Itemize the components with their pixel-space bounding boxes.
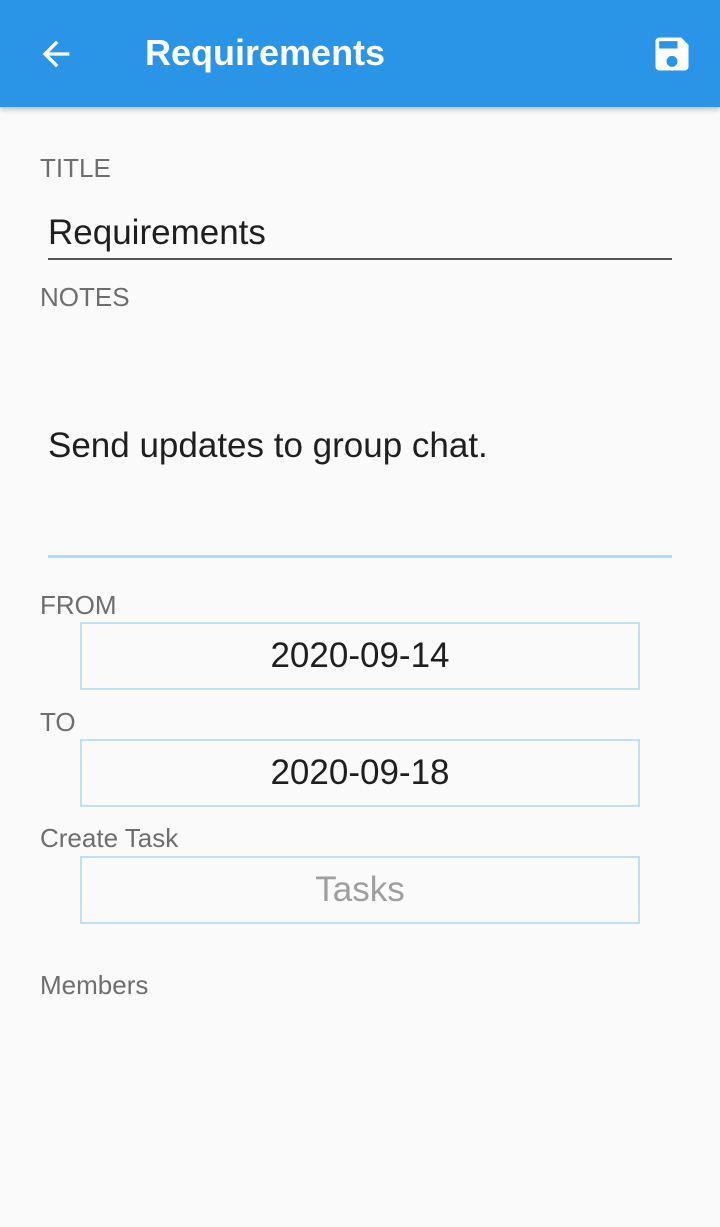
arrow-left-icon bbox=[42, 40, 70, 68]
from-label: FROM bbox=[40, 590, 117, 620]
title-input[interactable]: Requirements bbox=[48, 211, 672, 255]
from-date-field[interactable]: 2020-09-14 bbox=[80, 622, 640, 690]
page-title: Requirements bbox=[145, 32, 386, 73]
save-button[interactable] bbox=[636, 18, 708, 90]
title-underline bbox=[48, 258, 672, 260]
create-task-label: Create Task bbox=[40, 823, 179, 853]
members-label: Members bbox=[40, 970, 149, 1000]
tasks-button[interactable]: Tasks bbox=[80, 856, 640, 924]
to-date-field[interactable]: 2020-09-18 bbox=[80, 739, 640, 807]
app-bar: Requirements bbox=[0, 0, 720, 107]
notes-label: NOTES bbox=[40, 282, 130, 312]
requirement-edit-screen: Requirements TITLE Requirements NOTES Se… bbox=[0, 0, 720, 1227]
title-label: TITLE bbox=[40, 153, 111, 183]
floppy-disk-icon bbox=[655, 37, 689, 71]
notes-input[interactable]: Send updates to group chat. bbox=[48, 424, 672, 468]
to-label: TO bbox=[40, 707, 76, 737]
back-button[interactable] bbox=[20, 18, 92, 90]
notes-underline bbox=[48, 555, 672, 558]
